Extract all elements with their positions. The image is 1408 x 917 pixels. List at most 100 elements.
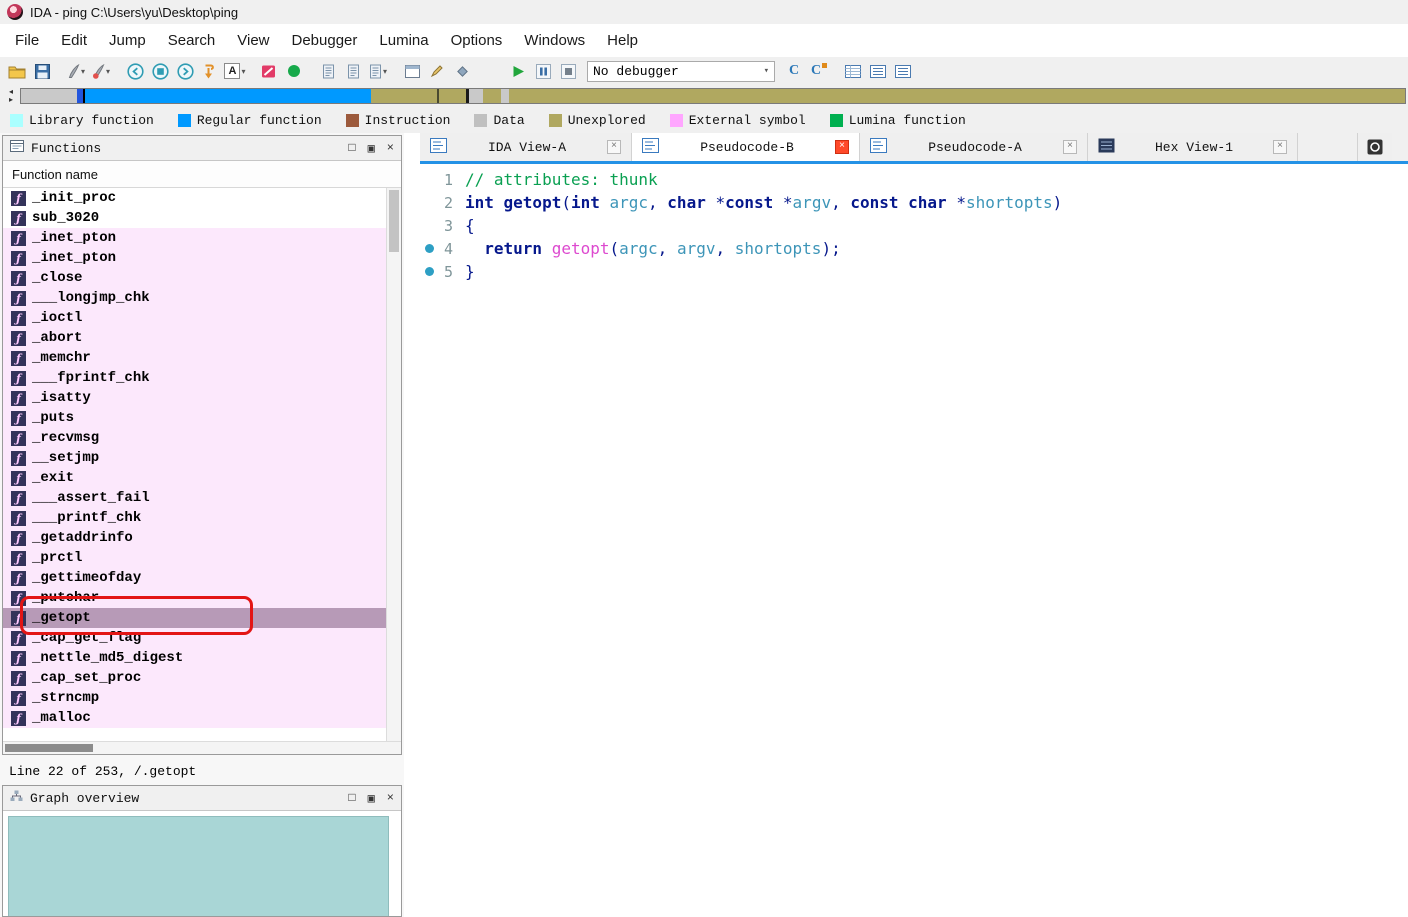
function-row-__setjmp[interactable]: ƒ__setjmp [3, 448, 386, 468]
menu-lumina[interactable]: Lumina [368, 24, 439, 57]
code-gutter[interactable]: 3 [420, 217, 460, 235]
code-gutter[interactable]: 2 [420, 194, 460, 212]
navigate-back-button[interactable] [123, 59, 147, 83]
stop-debugger-button[interactable] [556, 59, 580, 83]
compile-c-button[interactable]: C [782, 59, 806, 83]
graph-overview-content[interactable] [3, 811, 401, 916]
menu-debugger[interactable]: Debugger [281, 24, 369, 57]
code-gutter[interactable]: 4 [420, 240, 460, 258]
menu-help[interactable]: Help [596, 24, 649, 57]
function-row-_inet_pton[interactable]: ƒ_inet_pton [3, 228, 386, 248]
output-window-tab[interactable] [1357, 133, 1392, 161]
functions-view-button[interactable] [891, 59, 915, 83]
functions-vertical-scrollbar[interactable] [386, 188, 401, 741]
restore-button[interactable]: □ [348, 141, 355, 156]
function-row-_recvmsg[interactable]: ƒ_recvmsg [3, 428, 386, 448]
function-row-_abort[interactable]: ƒ_abort [3, 328, 386, 348]
menu-jump[interactable]: Jump [98, 24, 157, 57]
start-debugger-button[interactable] [506, 59, 530, 83]
diamond-button[interactable] [450, 59, 474, 83]
tab-close-button[interactable]: × [1063, 140, 1077, 154]
menu-options[interactable]: Options [440, 24, 514, 57]
close-button[interactable]: × [387, 141, 394, 156]
tab-pseudocode-a[interactable]: Pseudocode-A× [860, 133, 1088, 161]
breakpoint-dot-icon[interactable] [425, 244, 434, 253]
function-row-_gettimeofday[interactable]: ƒ_gettimeofday [3, 568, 386, 588]
function-row-_init_proc[interactable]: ƒ_init_proc [3, 188, 386, 208]
compile-c-run-button[interactable]: C [807, 59, 831, 83]
tab-ida-view-a[interactable]: IDA View-A× [420, 133, 632, 161]
menu-view[interactable]: View [226, 24, 280, 57]
undo-button[interactable]: ▾ [64, 59, 88, 83]
jump-to-address-button[interactable] [198, 59, 222, 83]
navband-scroll-right-button[interactable]: ▸ [9, 96, 13, 104]
names-view-button[interactable] [866, 59, 890, 83]
navigate-history-button[interactable] [148, 59, 172, 83]
function-row-_cap_set_proc[interactable]: ƒ_cap_set_proc [3, 668, 386, 688]
function-row-_nettle_md5_digest[interactable]: ƒ_nettle_md5_digest [3, 648, 386, 668]
function-row-_getopt[interactable]: ƒ_getopt [3, 608, 386, 628]
restore-button[interactable]: □ [348, 791, 355, 806]
snapshot-button[interactable] [316, 59, 340, 83]
function-row-_putchar[interactable]: ƒ_putchar [3, 588, 386, 608]
code-line-2[interactable]: 2int getopt(int argc, char *const *argv,… [420, 191, 1408, 214]
code-line-4[interactable]: 4 return getopt(argc, argv, shortopts); [420, 237, 1408, 260]
tab-close-button[interactable]: × [835, 140, 849, 154]
text-search-button[interactable]: A▾ [223, 59, 247, 83]
float-button[interactable]: ▣ [368, 141, 375, 156]
menu-windows[interactable]: Windows [513, 24, 596, 57]
function-row-___assert_fail[interactable]: ƒ___assert_fail [3, 488, 386, 508]
tab-pseudocode-b[interactable]: Pseudocode-B× [632, 133, 860, 161]
code-gutter[interactable]: 5 [420, 263, 460, 281]
function-row-_memchr[interactable]: ƒ_memchr [3, 348, 386, 368]
horizontal-scroll-thumb[interactable] [5, 744, 93, 752]
close-button[interactable]: × [387, 791, 394, 806]
edit-button[interactable] [425, 59, 449, 83]
segments-view-button[interactable] [841, 59, 865, 83]
breakpoint-dot-icon[interactable] [425, 267, 434, 276]
menu-file[interactable]: File [4, 24, 50, 57]
function-row-___longjmp_chk[interactable]: ƒ___longjmp_chk [3, 288, 386, 308]
open-file-button[interactable] [5, 59, 29, 83]
function-row-_exit[interactable]: ƒ_exit [3, 468, 386, 488]
script-button[interactable] [341, 59, 365, 83]
save-button[interactable] [30, 59, 54, 83]
function-row-_inet_pton[interactable]: ƒ_inet_pton [3, 248, 386, 268]
pause-debugger-button[interactable] [531, 59, 555, 83]
menu-search[interactable]: Search [157, 24, 227, 57]
function-row-___printf_chk[interactable]: ƒ___printf_chk [3, 508, 386, 528]
notepad-button[interactable]: ▾ [366, 59, 390, 83]
panel-splitter[interactable] [404, 133, 420, 917]
menu-edit[interactable]: Edit [50, 24, 98, 57]
function-row-_strncmp[interactable]: ƒ_strncmp [3, 688, 386, 708]
navigation-band[interactable] [20, 88, 1406, 104]
function-row-_ioctl[interactable]: ƒ_ioctl [3, 308, 386, 328]
pseudocode-view[interactable]: 1// attributes: thunk2int getopt(int arg… [420, 164, 1408, 917]
tab-hex-view-1[interactable]: Hex View-1× [1088, 133, 1298, 161]
function-row-_puts[interactable]: ƒ_puts [3, 408, 386, 428]
function-row-sub_3020[interactable]: ƒsub_3020 [3, 208, 386, 228]
new-window-button[interactable] [400, 59, 424, 83]
code-line-1[interactable]: 1// attributes: thunk [420, 168, 1408, 191]
functions-horizontal-scrollbar[interactable] [3, 741, 401, 754]
float-button[interactable]: ▣ [368, 791, 375, 806]
code-line-5[interactable]: 5} [420, 260, 1408, 283]
code-gutter[interactable]: 1 [420, 171, 460, 189]
debugger-select[interactable]: No debugger▾ [587, 61, 775, 82]
redo-button[interactable]: ▾ [89, 59, 113, 83]
cancel-analysis-button[interactable] [257, 59, 281, 83]
function-row-___fprintf_chk[interactable]: ƒ___fprintf_chk [3, 368, 386, 388]
function-row-_malloc[interactable]: ƒ_malloc [3, 708, 386, 728]
function-row-_isatty[interactable]: ƒ_isatty [3, 388, 386, 408]
graph-overview-viewport[interactable] [8, 816, 389, 916]
function-row-_cap_get_flag[interactable]: ƒ_cap_get_flag [3, 628, 386, 648]
navigate-forward-button[interactable] [173, 59, 197, 83]
vertical-scroll-thumb[interactable] [389, 190, 399, 252]
analysis-indicator[interactable] [282, 59, 306, 83]
code-line-3[interactable]: 3{ [420, 214, 1408, 237]
function-row-_getaddrinfo[interactable]: ƒ_getaddrinfo [3, 528, 386, 548]
tab-close-button[interactable]: × [1273, 140, 1287, 154]
function-row-_prctl[interactable]: ƒ_prctl [3, 548, 386, 568]
function-row-_close[interactable]: ƒ_close [3, 268, 386, 288]
tab-close-button[interactable]: × [607, 140, 621, 154]
